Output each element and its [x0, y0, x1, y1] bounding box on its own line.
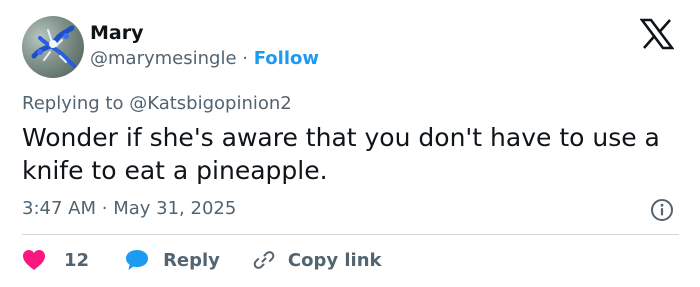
avatar[interactable]: [22, 16, 84, 78]
reply-button[interactable]: Reply: [125, 249, 220, 271]
copy-link-label: Copy link: [287, 249, 382, 271]
divider: [22, 234, 679, 235]
author-handle-row: @marymesingle · Follow: [90, 48, 319, 69]
like-count: 12: [64, 249, 90, 271]
heart-icon: [23, 250, 45, 270]
speech-bubble-icon: [126, 250, 149, 270]
avatar-image: [31, 25, 76, 68]
reply-label: Reply: [163, 249, 220, 271]
tweet-timestamp[interactable]: 3:47 AM · May 31, 2025: [22, 198, 236, 219]
tweet-time: 3:47 AM: [22, 198, 96, 219]
follow-button[interactable]: Follow: [254, 48, 319, 69]
tweet-actions: 12 Reply Copy link: [22, 247, 382, 273]
link-icon: [253, 251, 275, 269]
reply-context: Replying to @Katsbigopinion2: [22, 93, 292, 114]
author-name[interactable]: Mary: [90, 22, 143, 44]
like-button[interactable]: 12: [22, 249, 89, 271]
reply-mention[interactable]: @Katsbigopinion2: [129, 93, 292, 114]
author-handle[interactable]: @marymesingle: [90, 48, 237, 69]
x-logo-icon[interactable]: [639, 18, 675, 50]
tweet-text: Wonder if she's aware that you don't hav…: [22, 123, 660, 185]
info-icon[interactable]: [650, 198, 674, 222]
timestamp-separator: ·: [101, 198, 108, 219]
tweet-date: May 31, 2025: [113, 198, 237, 219]
reply-prefix: Replying to: [22, 93, 124, 114]
copy-link-button[interactable]: Copy link: [252, 248, 382, 272]
handle-separator: ·: [242, 48, 248, 69]
